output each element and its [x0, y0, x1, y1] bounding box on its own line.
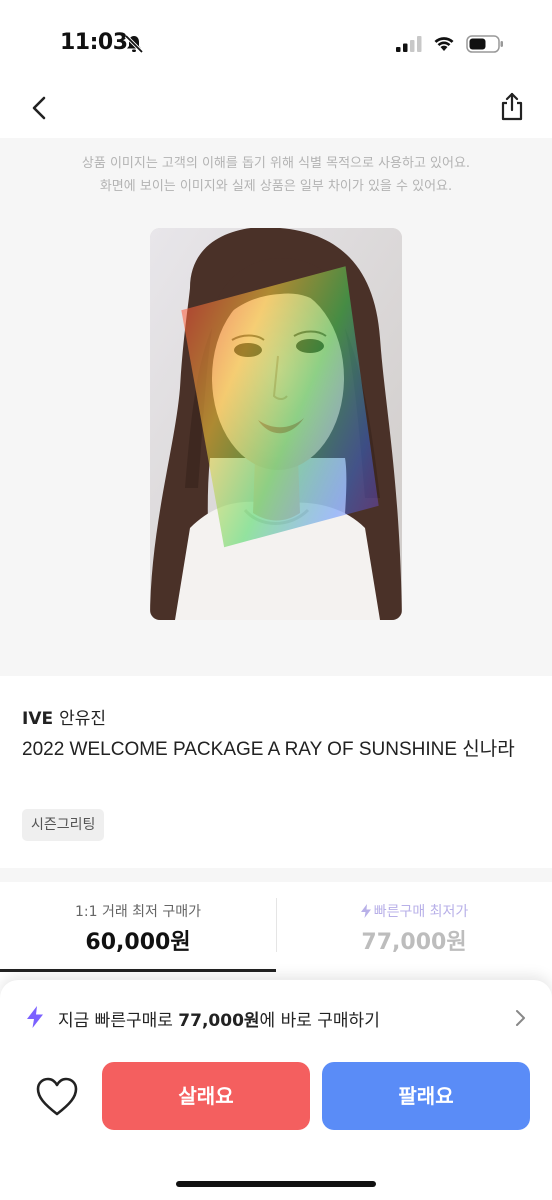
photocard-image	[150, 228, 402, 620]
home-indicator	[176, 1181, 376, 1187]
battery-icon	[466, 35, 503, 53]
status-bar: 11:03	[0, 0, 552, 80]
chevron-left-icon	[32, 96, 46, 120]
product-photo[interactable]	[150, 228, 402, 620]
share-icon	[501, 92, 523, 121]
artist-line: IVE 안유진	[22, 704, 106, 729]
quick-buy-prefix: 지금 빠른구매로	[58, 1011, 173, 1031]
signal-icon	[396, 36, 422, 52]
status-time: 11:03	[60, 30, 128, 55]
product-info: IVE 안유진 2022 WELCOME PACKAGE A RAY OF SUN…	[0, 676, 552, 868]
category-tag[interactable]: 시즌그리팅	[22, 809, 105, 841]
image-notice-line1: 상품 이미지는 고객의 이해를 돕기 위해 식별 목적으로 사용하고 있어요.	[81, 156, 471, 171]
product-image-section: 상품 이미지는 고객의 이해를 돕기 위해 식별 목적으로 사용하고 있어요. …	[0, 138, 552, 676]
tab-label: 1:1 거래 최저 구매가	[74, 904, 202, 920]
share-button[interactable]	[494, 88, 530, 126]
tab-quick-buy-price[interactable]: 빠른구매 최저가 77,000원	[276, 882, 552, 972]
top-nav	[0, 80, 552, 136]
bolt-icon	[360, 904, 371, 918]
quick-buy-text: 지금 빠른구매로 77,000원에 바로 구매하기	[58, 1006, 380, 1031]
tab-price: 77,000원	[361, 930, 467, 955]
chevron-right-icon	[516, 1010, 525, 1026]
tab-label: 빠른구매 최저가	[373, 904, 469, 920]
section-divider	[0, 868, 552, 882]
quick-buy-price: 77,000원	[178, 1011, 260, 1031]
price-tabs: 1:1 거래 최저 구매가 60,000원 빠른구매 최저가 77,000원	[0, 882, 552, 972]
sell-button[interactable]: 팔래요	[322, 1062, 530, 1130]
image-notice-line2: 화면에 보이는 이미지와 실제 상품은 일부 차이가 있을 수 있어요.	[99, 179, 453, 194]
like-button[interactable]	[34, 1076, 80, 1118]
bell-muted-icon	[124, 34, 144, 54]
bolt-icon	[27, 1006, 43, 1028]
tab-label-wrap: 빠른구매 최저가	[276, 901, 552, 921]
wifi-icon	[434, 37, 454, 51]
buy-button[interactable]: 살래요	[102, 1062, 310, 1130]
back-button[interactable]	[22, 90, 58, 126]
bottom-action-sheet: 지금 빠른구매로 77,000원에 바로 구매하기 살래요 팔래요	[0, 980, 552, 1200]
artist-member[interactable]: 안유진	[59, 709, 106, 729]
tab-selected-indicator	[0, 969, 276, 972]
quick-buy-banner[interactable]: 지금 빠른구매로 77,000원에 바로 구매하기	[0, 996, 552, 1038]
product-title: 2022 WELCOME PACKAGE A RAY OF SUNSHINE 신…	[22, 739, 515, 760]
heart-outline-icon	[36, 1077, 78, 1116]
quick-buy-suffix: 에 바로 구매하기	[259, 1011, 380, 1031]
image-notice: 상품 이미지는 고객의 이해를 돕기 위해 식별 목적으로 사용하고 있어요. …	[0, 152, 552, 198]
tab-one-to-one-price[interactable]: 1:1 거래 최저 구매가 60,000원	[0, 882, 276, 972]
artist-group[interactable]: IVE	[22, 709, 53, 729]
tab-price: 60,000원	[85, 930, 191, 955]
